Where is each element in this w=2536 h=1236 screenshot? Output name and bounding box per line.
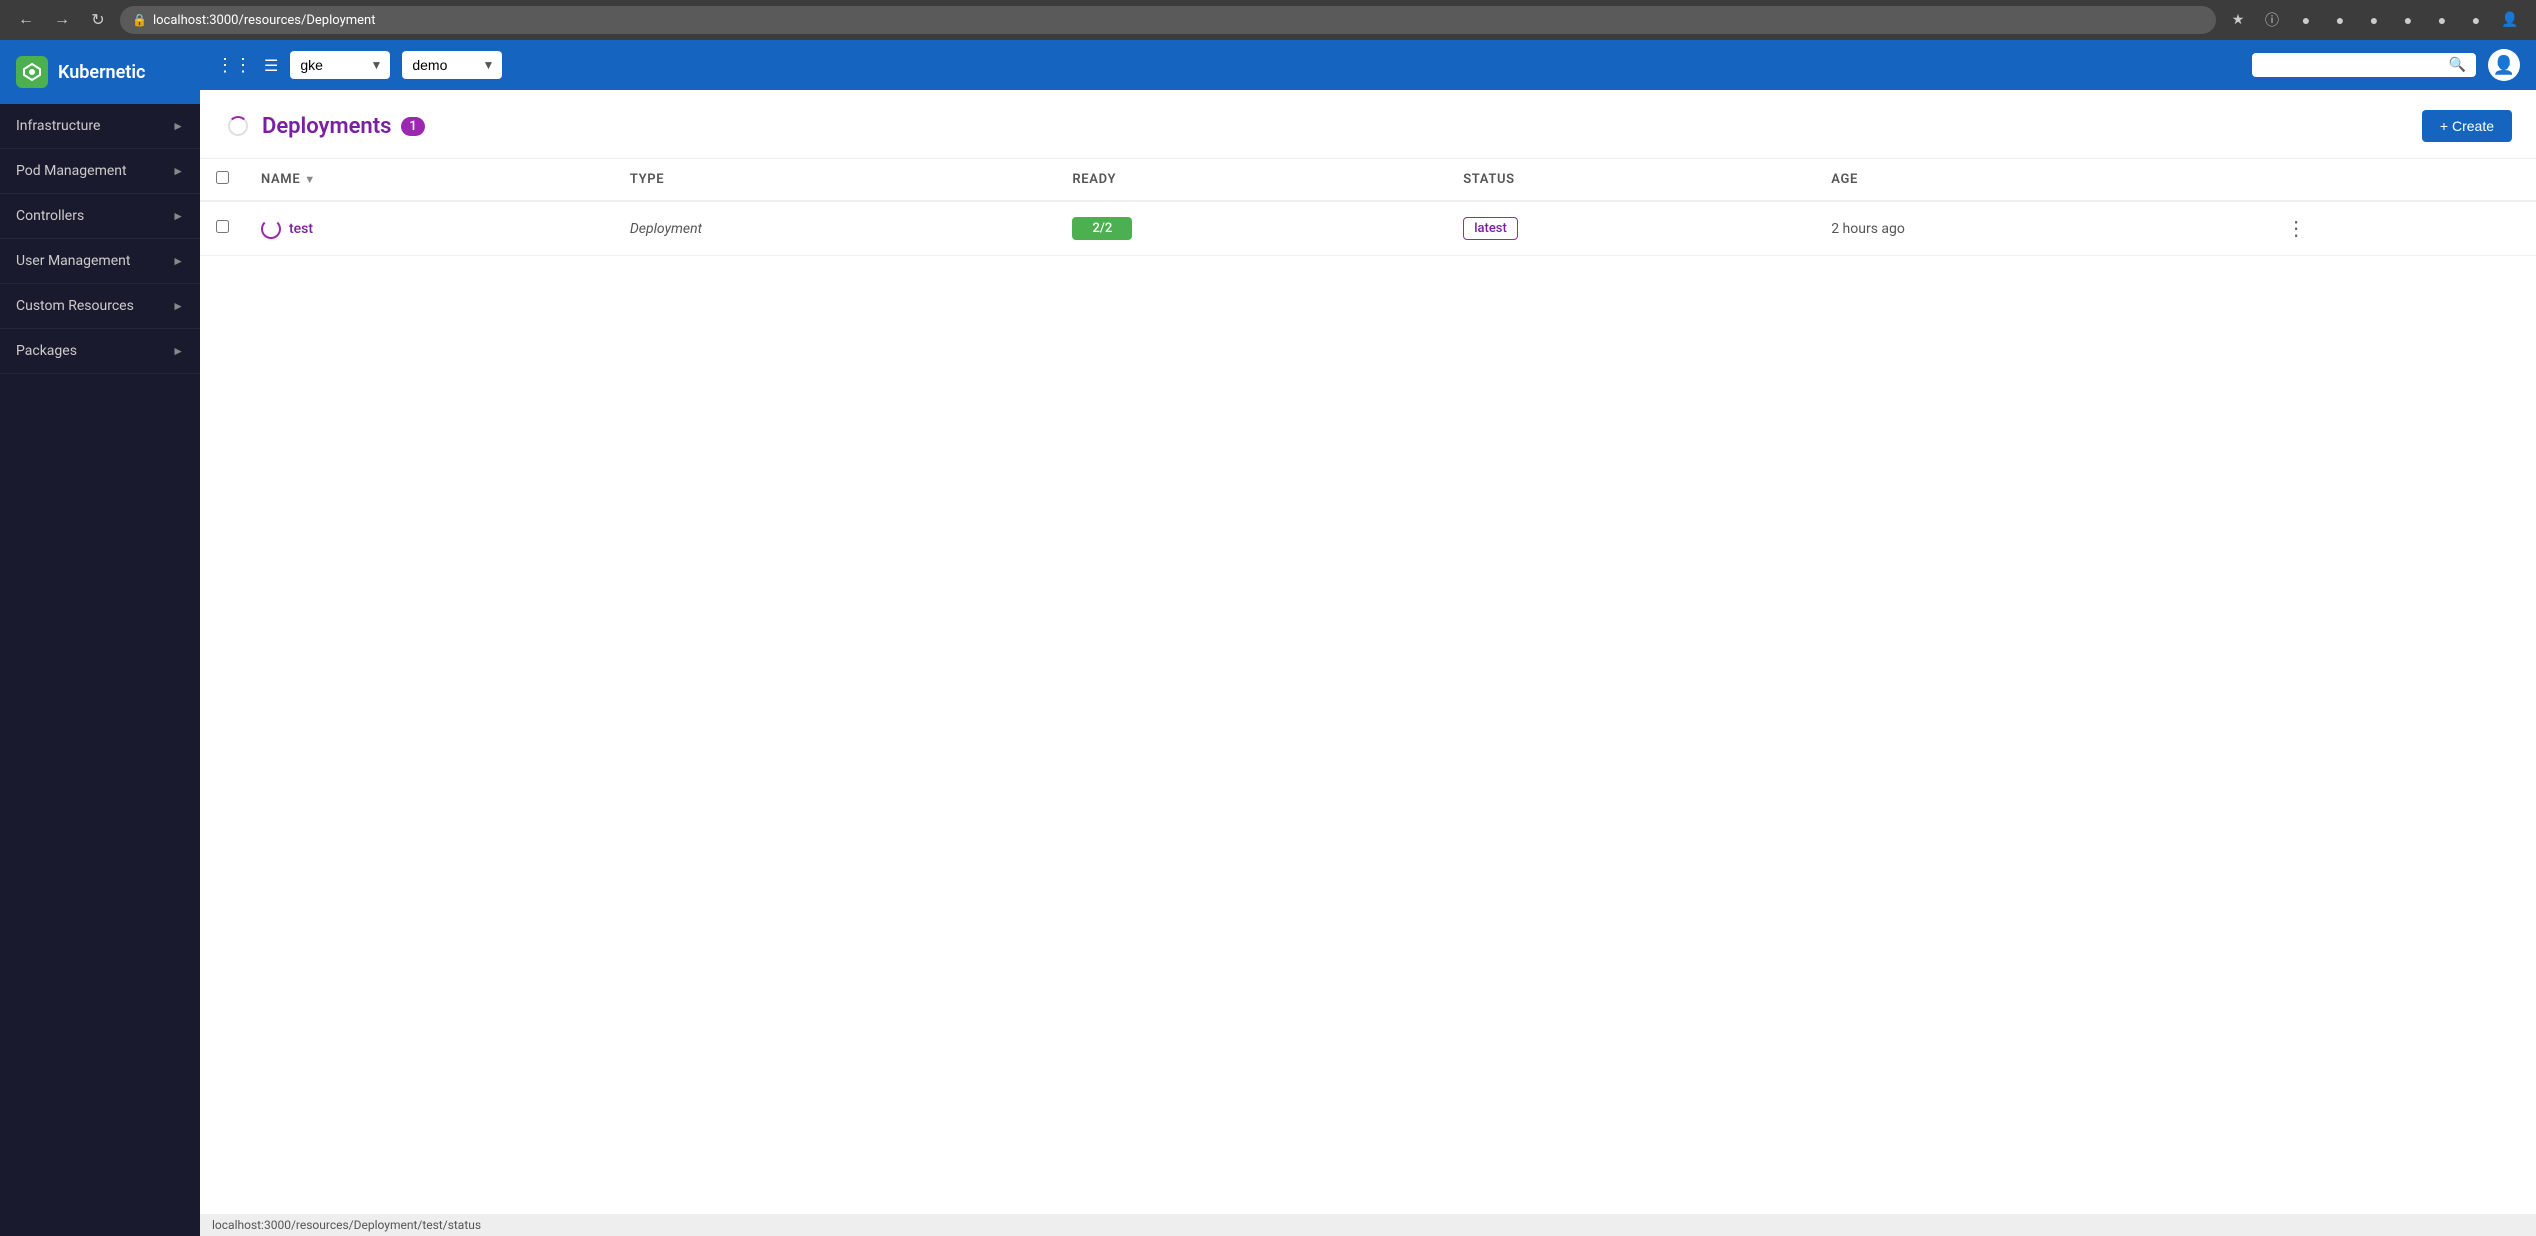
chevron-right-icon: ► — [172, 254, 184, 268]
bookmark-star-icon[interactable]: ★ — [2224, 6, 2252, 34]
extension-icon-2[interactable]: ● — [2326, 6, 2354, 34]
th-actions — [2264, 159, 2536, 201]
sidebar-item-controllers[interactable]: Controllers ► — [0, 194, 200, 239]
info-icon[interactable]: ⓘ — [2258, 6, 2286, 34]
th-age: AGE — [1815, 159, 2264, 201]
row-name-link[interactable]: test — [289, 221, 313, 237]
title-area: Deployments 1 — [224, 112, 425, 140]
chevron-right-icon: ► — [172, 209, 184, 223]
browser-chrome: ← → ↻ 🔒 localhost:3000/resources/Deploym… — [0, 0, 2536, 40]
extension-icon-6[interactable]: ● — [2462, 6, 2490, 34]
logo-icon — [16, 56, 48, 88]
chevron-right-icon: ► — [172, 299, 184, 313]
select-all-header — [200, 159, 245, 201]
table-body: test Deployment 2/2 latest 2 hours ago ⋮ — [200, 201, 2536, 256]
search-icon: 🔍 — [2449, 57, 2466, 73]
extension-icon-3[interactable]: ● — [2360, 6, 2388, 34]
row-menu-button[interactable]: ⋮ — [2280, 214, 2312, 243]
row-checkbox-cell — [200, 201, 245, 256]
row-checkbox[interactable] — [216, 220, 229, 233]
chevron-right-icon: ► — [172, 344, 184, 358]
sidebar-label-controllers: Controllers — [16, 208, 84, 224]
extension-icon-1[interactable]: ● — [2292, 6, 2320, 34]
row-type-cell: Deployment — [614, 201, 1057, 256]
page-title: Deployments — [262, 114, 391, 139]
browser-toolbar: ★ ⓘ ● ● ● ● ● ● 👤 — [2224, 6, 2524, 34]
sidebar-label-packages: Packages — [16, 343, 77, 359]
list-icon[interactable]: ☰ — [264, 56, 278, 75]
sidebar-item-pod-management[interactable]: Pod Management ► — [0, 149, 200, 194]
table-row: test Deployment 2/2 latest 2 hours ago ⋮ — [200, 201, 2536, 256]
chevron-right-icon: ► — [172, 164, 184, 178]
chevron-right-icon: ► — [172, 119, 184, 133]
row-status-spinner — [261, 219, 281, 239]
extension-icon-5[interactable]: ● — [2428, 6, 2456, 34]
sidebar-label-custom-resources: Custom Resources — [16, 298, 134, 314]
th-ready: READY — [1056, 159, 1447, 201]
create-button[interactable]: + Create — [2422, 110, 2512, 142]
address-bar[interactable]: 🔒 localhost:3000/resources/Deployment — [120, 6, 2216, 34]
url-text: localhost:3000/resources/Deployment — [153, 13, 376, 28]
reload-button[interactable]: ↻ — [84, 6, 112, 34]
cluster-dropdown[interactable]: gke — [290, 51, 390, 79]
content-header: Deployments 1 + Create — [200, 90, 2536, 159]
row-menu-cell: ⋮ — [2264, 201, 2536, 256]
forward-button[interactable]: → — [48, 6, 76, 34]
deployments-table: NAME ▼ TYPE READY STATUS AGE — [200, 159, 2536, 256]
sidebar-logo: Kubernetic — [0, 40, 200, 104]
app-name: Kubernetic — [58, 62, 145, 83]
th-status: STATUS — [1447, 159, 1815, 201]
back-button[interactable]: ← — [12, 6, 40, 34]
main-content: ⋮⋮ ☰ gke ▼ demo ▼ 🔍 👤 — [200, 40, 2536, 1236]
profile-icon[interactable]: 👤 — [2496, 6, 2524, 34]
th-type: TYPE — [614, 159, 1057, 201]
ready-bar: 2/2 — [1072, 217, 1132, 240]
sidebar-label-user-management: User Management — [16, 253, 130, 269]
status-url: localhost:3000/resources/Deployment/test… — [212, 1218, 481, 1232]
sidebar-label-pod-management: Pod Management — [16, 163, 127, 179]
user-icon[interactable]: 👤 — [2488, 49, 2520, 81]
row-name-cell: test — [245, 201, 614, 256]
sidebar: Kubernetic Infrastructure ► Pod Manageme… — [0, 40, 200, 1236]
status-bar: localhost:3000/resources/Deployment/test… — [200, 1214, 2536, 1236]
sidebar-item-user-management[interactable]: User Management ► — [0, 239, 200, 284]
search-box[interactable]: 🔍 — [2252, 53, 2476, 77]
extension-icon-4[interactable]: ● — [2394, 6, 2422, 34]
sort-icon[interactable]: ▼ — [304, 173, 316, 186]
cluster-dropdown-wrapper[interactable]: gke ▼ — [290, 51, 390, 79]
row-age-cell: 2 hours ago — [1815, 201, 2264, 256]
count-badge: 1 — [401, 117, 424, 136]
app: Kubernetic Infrastructure ► Pod Manageme… — [0, 40, 2536, 1236]
sidebar-item-custom-resources[interactable]: Custom Resources ► — [0, 284, 200, 329]
select-all-checkbox[interactable] — [216, 171, 229, 184]
sidebar-item-infrastructure[interactable]: Infrastructure ► — [0, 104, 200, 149]
spinner-icon — [224, 112, 252, 140]
namespace-dropdown-wrapper[interactable]: demo ▼ — [402, 51, 502, 79]
search-input[interactable] — [2262, 57, 2443, 73]
sidebar-item-packages[interactable]: Packages ► — [0, 329, 200, 374]
sidebar-label-infrastructure: Infrastructure — [16, 118, 100, 134]
table-wrapper: NAME ▼ TYPE READY STATUS AGE — [200, 159, 2536, 1214]
namespace-dropdown[interactable]: demo — [402, 51, 502, 79]
top-header: ⋮⋮ ☰ gke ▼ demo ▼ 🔍 👤 — [200, 40, 2536, 90]
status-badge: latest — [1463, 217, 1518, 240]
table-header: NAME ▼ TYPE READY STATUS AGE — [200, 159, 2536, 201]
lock-icon: 🔒 — [132, 13, 147, 27]
row-status-cell: latest — [1447, 201, 1815, 256]
th-name: NAME ▼ — [245, 159, 614, 201]
row-ready-cell: 2/2 — [1056, 201, 1447, 256]
grid-icon[interactable]: ⋮⋮ — [216, 55, 252, 76]
